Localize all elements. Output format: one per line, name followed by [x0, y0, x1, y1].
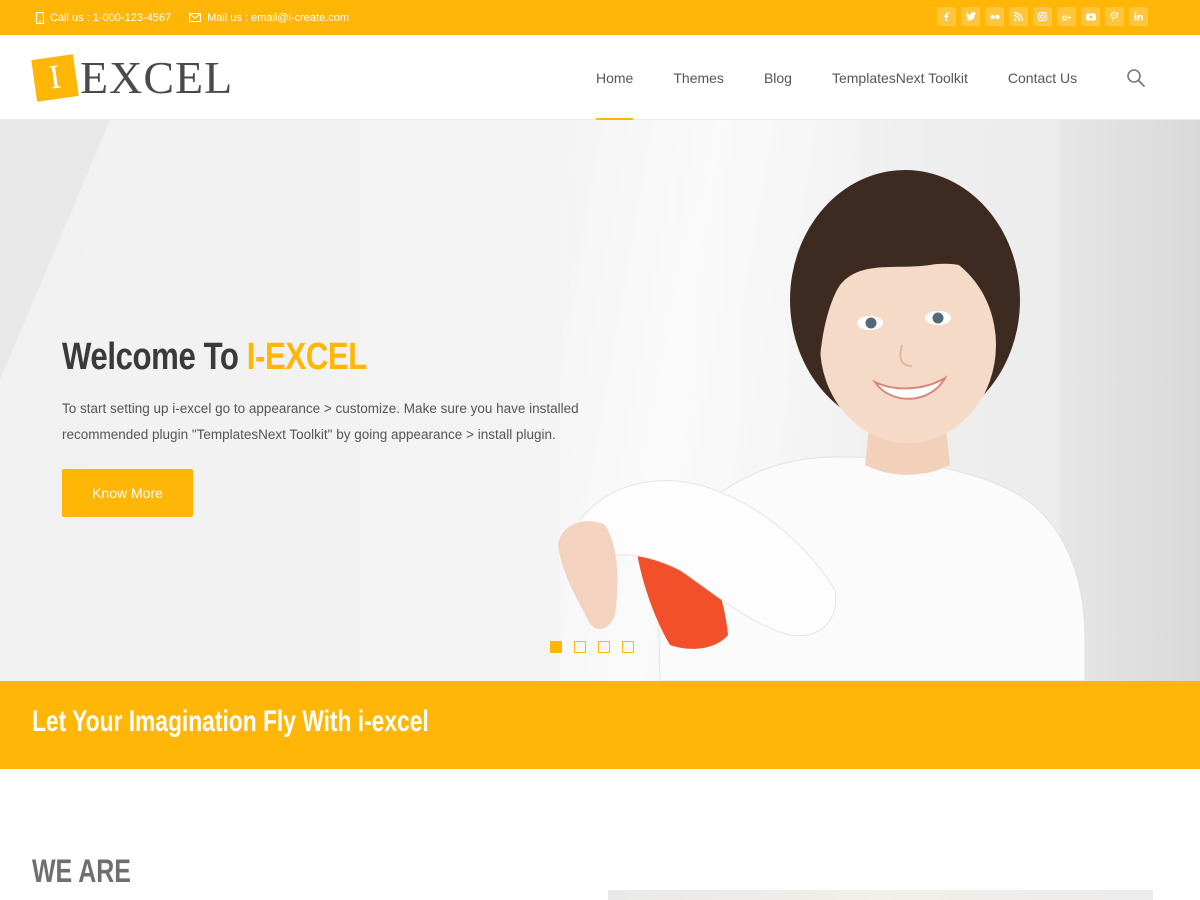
svg-text:g+: g+ — [1062, 13, 1072, 21]
hero-title: Welcome To I-EXCEL — [62, 336, 367, 379]
phone-contact: Call us : 1-000-123-4567 — [36, 11, 172, 24]
hero-title-prefix: Welcome To — [62, 336, 247, 378]
nav-contact-us[interactable]: Contact Us — [988, 35, 1097, 120]
mail-icon — [189, 13, 202, 22]
site-header: I EXCEL Home Themes Blog TemplatesNext T… — [0, 35, 1200, 120]
youtube-icon[interactable] — [1081, 7, 1100, 26]
slider-dot-3[interactable] — [598, 641, 610, 653]
email-contact[interactable]: Mail us : email@i-create.com — [189, 12, 349, 24]
site-logo[interactable]: I EXCEL — [31, 52, 234, 103]
nav-themes[interactable]: Themes — [653, 35, 744, 120]
hero-title-accent: I-EXCEL — [246, 336, 367, 378]
hero-description: To start setting up i-excel go to appear… — [62, 401, 579, 442]
know-more-button[interactable]: Know More — [62, 469, 193, 517]
top-bar: Call us : 1-000-123-4567 Mail us : email… — [0, 0, 1200, 35]
social-links: g+ — [937, 7, 1148, 26]
phone-icon — [36, 11, 44, 24]
linkedin-icon[interactable] — [1129, 7, 1148, 26]
nav-blog[interactable]: Blog — [744, 35, 812, 120]
nav-home[interactable]: Home — [576, 35, 653, 120]
phone-text: Call us : 1-000-123-4567 — [50, 11, 172, 24]
rss-icon[interactable] — [1009, 7, 1028, 26]
facebook-icon[interactable] — [937, 7, 956, 26]
slider-pagination — [550, 641, 634, 653]
search-button[interactable] — [1126, 68, 1146, 88]
slider-dot-4[interactable] — [622, 641, 634, 653]
flickr-icon[interactable] — [985, 7, 1004, 26]
twitter-icon[interactable] — [961, 7, 980, 26]
google-plus-icon[interactable]: g+ — [1057, 7, 1076, 26]
section-image — [608, 890, 1153, 900]
pinterest-icon[interactable] — [1105, 7, 1124, 26]
tagline-text: Let Your Imagination Fly With i-excel — [32, 705, 429, 738]
section-heading: WE ARE — [32, 853, 131, 889]
slider-dot-2[interactable] — [574, 641, 586, 653]
search-icon — [1127, 69, 1145, 87]
hero-child-image — [558, 170, 1086, 681]
nav-templatesnext-toolkit[interactable]: TemplatesNext Toolkit — [812, 35, 988, 120]
contact-info: Call us : 1-000-123-4567 Mail us : email… — [36, 0, 349, 35]
email-text: Mail us : email@i-create.com — [207, 11, 350, 24]
instagram-icon[interactable] — [1033, 7, 1052, 26]
slider-dot-1[interactable] — [550, 641, 562, 653]
logo-text: EXCEL — [80, 52, 234, 103]
logo-mark: I — [31, 54, 79, 102]
main-nav: Home Themes Blog TemplatesNext Toolkit C… — [576, 35, 1097, 120]
